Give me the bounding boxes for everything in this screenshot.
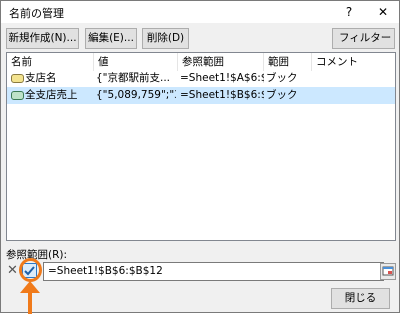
pointer-arrow-shaft [28,291,32,314]
row-refers-to: =Sheet1!$A$6:$... [180,72,264,84]
refers-to-input[interactable]: =Sheet1!$B$6:$B$12 [43,262,384,281]
table-row[interactable]: 支店名 {"京都駅前支... =Sheet1!$A$6:$... ブック [7,70,395,87]
column-header-name[interactable]: 名前 [7,53,94,71]
row-scope: ブック [266,72,298,84]
row-refers-to: =Sheet1!$B$6:$... [180,89,264,101]
row-value: {"5,089,759";"3,... [96,89,176,101]
column-header-refers-to[interactable]: 参照範囲 [178,53,264,71]
name-manager-dialog: 名前の管理 ? ✕ 新規作成(N)... 編集(E)... 削除(D) フィルタ… [0,0,400,314]
filter-button[interactable]: フィルター(F) ▾ [332,28,395,63]
new-button[interactable]: 新規作成(N)... [6,28,79,49]
help-button[interactable]: ? [337,3,361,21]
collapse-dialog-button[interactable] [380,263,396,280]
cancel-edit-icon[interactable]: ✕ [6,263,19,278]
close-window-button[interactable]: ✕ [371,3,395,21]
column-header-scope[interactable]: 範囲 [264,53,312,71]
title-bar: 名前の管理 ? ✕ [1,1,399,23]
row-value: {"京都駅前支... [96,72,171,84]
table-row[interactable]: 全支店売上 {"5,089,759";"3,... =Sheet1!$B$6:$… [7,87,395,104]
row-name: 支店名 [25,72,57,84]
close-button[interactable]: 閉じる [331,288,390,309]
row-scope: ブック [266,89,298,101]
row-comment [314,70,394,87]
edit-button[interactable]: 編集(E)... [85,28,137,49]
named-range-icon [11,91,24,100]
delete-button[interactable]: 削除(D) [142,28,189,49]
column-header-value[interactable]: 値 [94,53,178,71]
range-select-icon [382,266,394,276]
dialog-title: 名前の管理 [9,7,64,20]
names-list[interactable]: 名前 値 参照範囲 範囲 コメント 支店名 {"京都駅前支... =Sheet1… [6,52,396,241]
row-comment [314,87,394,104]
highlight-circle [19,258,42,282]
row-name: 全支店売上 [25,89,78,101]
named-range-icon [11,74,24,83]
column-header-comment[interactable]: コメント [312,53,395,71]
